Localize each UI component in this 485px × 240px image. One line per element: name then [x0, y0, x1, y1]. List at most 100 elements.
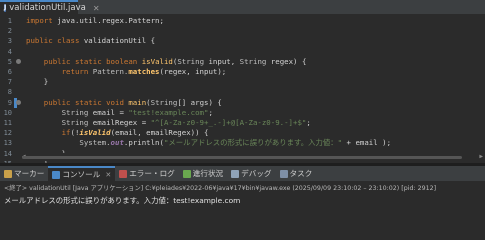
line-number: 9: [7, 98, 12, 107]
panel-tab-label: タスク: [289, 169, 313, 178]
line-number: 12: [3, 129, 12, 138]
line-number: 3: [7, 37, 12, 46]
code-token: + email );: [342, 138, 392, 148]
code-line[interactable]: 7 }: [0, 77, 485, 87]
code-token: emailRegex =: [92, 118, 151, 127]
code-text: String email = "test!example.com";: [26, 108, 213, 118]
panel-tab-label: デバッグ: [241, 169, 272, 178]
code-token: static: [74, 97, 107, 107]
debug-icon: [231, 169, 240, 178]
code-token: }: [26, 77, 49, 87]
line-number: 4: [7, 47, 12, 56]
code-line[interactable]: 1 import java.util.regex.Pattern;: [0, 16, 485, 26]
code-token: public: [26, 56, 75, 66]
code-token: [] args) {: [177, 97, 222, 107]
code-token: boolean: [106, 56, 142, 66]
code-text: public class validationUtil {: [26, 36, 155, 46]
code-token: static: [74, 56, 107, 66]
horizontal-scrollbar[interactable]: ◀ ▶: [22, 153, 485, 161]
code-token: String: [26, 107, 93, 117]
error-log-icon: [119, 169, 128, 178]
code-token: String: [26, 118, 93, 127]
code-token: public: [26, 97, 75, 107]
code-text: import java.util.regex.Pattern;: [26, 16, 164, 26]
code-token: matches: [128, 67, 160, 76]
panel-tab[interactable]: コンソール ✕: [48, 166, 116, 181]
code-line[interactable]: 9 public static void main(String[] args)…: [0, 97, 485, 108]
code-text: }: [26, 77, 48, 87]
java-file-icon: J: [4, 4, 7, 12]
code-token: void: [106, 97, 129, 107]
console-view[interactable]: <終了> validationUtil [Java アプリケーション] C:¥p…: [0, 181, 485, 218]
code-token: isValid: [79, 128, 111, 138]
code-token: isValid: [141, 56, 173, 66]
code-token: (email, emailRegex)) {: [110, 128, 209, 138]
code-token: main: [128, 97, 147, 107]
code-token: out: [110, 138, 124, 148]
tasks-icon: [279, 169, 288, 178]
editor-tab-label: validationUtil.java: [9, 3, 86, 13]
line-number: 10: [3, 108, 12, 117]
scrollbar-thumb[interactable]: [22, 156, 462, 159]
code-line[interactable]: 13 System.out.println("メールアドレスの形式に誤りがありま…: [0, 138, 485, 148]
close-icon[interactable]: ✕: [93, 4, 100, 13]
code-token: "メールアドレスの形式に誤りがあります。入力値：": [163, 138, 343, 148]
fold-toggle-icon[interactable]: [16, 59, 21, 65]
code-token: java.util.regex.Pattern;: [57, 16, 164, 25]
code-line[interactable]: 11 String emailRegex = "^[A-Za-z0-9+_.-]…: [0, 118, 485, 128]
code-token: public: [26, 36, 58, 46]
code-line[interactable]: 4: [0, 47, 485, 57]
code-token: .println(: [123, 138, 164, 148]
code-token: ;: [208, 107, 213, 117]
editor-tab-bar: J validationUtil.java ✕: [0, 0, 485, 15]
line-number: 13: [3, 139, 12, 148]
line-number: 7: [7, 78, 12, 87]
line-number: 2: [7, 27, 12, 36]
code-token: input,: [208, 56, 240, 66]
code-token: ;: [306, 118, 311, 127]
bottom-panel-tabs: マーカー コンソール ✕ エラー・ログ 進行状況 デバッグ タスク: [0, 166, 485, 181]
code-token: String: [177, 56, 209, 66]
code-token: (regex, input);: [159, 67, 227, 76]
code-token: String: [239, 56, 271, 66]
code-token: regex) {: [270, 56, 307, 66]
code-text: return Pattern.matches(regex, input);: [26, 67, 227, 77]
code-editor[interactable]: 1 import java.util.regex.Pattern; 2 3 public…: [0, 14, 485, 188]
panel-tab-label: エラー・ログ: [129, 169, 175, 178]
code-line[interactable]: 8: [0, 87, 485, 97]
code-line[interactable]: 10 String email = "test!example.com";: [0, 108, 485, 118]
code-line[interactable]: 3 public class validationUtil {: [0, 36, 485, 46]
panel-tab[interactable]: デバッグ: [227, 166, 275, 181]
code-token: import: [26, 16, 58, 25]
code-text: public static void main(String[] args) {: [26, 98, 222, 108]
editor-tab[interactable]: J validationUtil.java ✕: [0, 0, 100, 14]
close-icon[interactable]: ✕: [105, 171, 111, 179]
panel-tab[interactable]: エラー・ログ: [115, 166, 179, 181]
code-token: email =: [92, 107, 129, 117]
markers-icon: [4, 169, 12, 178]
console-icon: [52, 170, 61, 179]
panel-tab-label: 進行状況: [192, 169, 224, 178]
scroll-right-icon[interactable]: ▶: [479, 153, 483, 160]
code-line[interactable]: 12 if(!isValid(email, emailRegex)) {: [0, 128, 485, 138]
panel-tab[interactable]: タスク: [276, 166, 317, 181]
panel-tab[interactable]: マーカー: [0, 166, 48, 181]
code-line[interactable]: 2: [0, 26, 485, 36]
panel-tab[interactable]: 進行状況: [179, 166, 227, 181]
code-text: String emailRegex = "^[A-Za-z0-9+_.-]+@[…: [26, 118, 311, 128]
line-number: 6: [7, 68, 12, 76]
panel-tab-label: マーカー: [14, 169, 45, 178]
code-token: "test!example.com": [128, 107, 209, 117]
code-line[interactable]: 5 public static boolean isValid(String i…: [0, 57, 485, 67]
code-token: class: [57, 36, 84, 46]
fold-toggle-icon[interactable]: [16, 100, 21, 106]
console-status: <終了> validationUtil [Java アプリケーション] C:¥p…: [4, 185, 437, 192]
code-text: System.out.println("メールアドレスの形式に誤りがあります。入…: [26, 138, 391, 148]
code-line[interactable]: 6 return Pattern.matches(regex, input);: [0, 67, 485, 77]
code-token: "^[A-Za-z0-9+_.-]+@[A-Za-z0-9.-]+$": [150, 118, 307, 127]
code-token: String: [150, 97, 178, 107]
code-token: validationUtil {: [83, 36, 156, 46]
console-output: メールアドレスの形式に誤りがあります。入力値：test!example.com: [4, 196, 241, 205]
line-number: 14: [3, 149, 12, 158]
code-token: return: [26, 67, 93, 76]
